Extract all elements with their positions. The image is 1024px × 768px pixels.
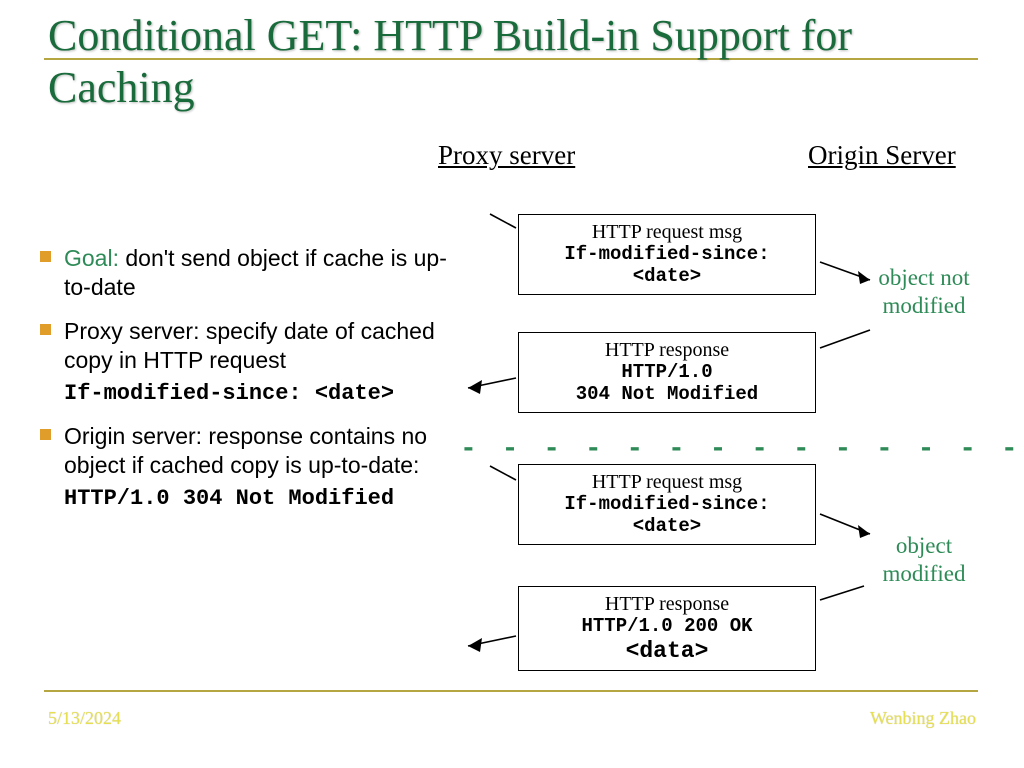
box-line1: HTTP/1.0 200 OK [527, 616, 807, 638]
box-line2: <date> [527, 516, 807, 538]
box-title: HTTP request msg [527, 221, 807, 244]
box-response-200: HTTP response HTTP/1.0 200 OK <data> [518, 586, 816, 671]
box-title: HTTP response [527, 593, 807, 616]
box-request-2: HTTP request msg If-modified-since: <dat… [518, 464, 816, 545]
rule-bottom [44, 690, 978, 692]
bullet-goal: Goal: don't send object if cache is up-t… [36, 244, 456, 303]
bullet-proxy-text: Proxy server: specify date of cached cop… [64, 318, 435, 373]
box-request-1: HTTP request msg If-modified-since: <dat… [518, 214, 816, 295]
box-line1: HTTP/1.0 [527, 362, 807, 384]
goal-label: Goal: [64, 245, 119, 271]
box-line2: <data> [527, 638, 807, 664]
slide: Conditional GET: HTTP Build-in Support f… [0, 0, 1024, 768]
origin-label: Origin Server [808, 140, 956, 171]
footer-date: 5/13/2024 [48, 708, 121, 729]
goal-text: don't send object if cache is up-to-date [64, 245, 447, 300]
proxy-label: Proxy server [438, 140, 575, 171]
box-title: HTTP response [527, 339, 807, 362]
box-line1: If-modified-since: [527, 494, 807, 516]
box-title: HTTP request msg [527, 471, 807, 494]
annot-not-modified: object not modified [874, 264, 974, 319]
slide-title: Conditional GET: HTTP Build-in Support f… [48, 10, 948, 114]
bullet-origin: Origin server: response contains no obje… [36, 422, 456, 513]
box-response-304: HTTP response HTTP/1.0 304 Not Modified [518, 332, 816, 413]
annot-modified: object modified [874, 532, 974, 587]
code-304: HTTP/1.0 304 Not Modified [64, 485, 456, 513]
bullet-proxy: Proxy server: specify date of cached cop… [36, 317, 456, 408]
bullet-origin-text: Origin server: response contains no obje… [64, 423, 427, 478]
box-line2: <date> [527, 266, 807, 288]
box-line1: If-modified-since: [527, 244, 807, 266]
bullet-list: Goal: don't send object if cache is up-t… [36, 244, 456, 527]
box-line2: 304 Not Modified [527, 384, 807, 406]
divider-dashes: - - - - - - - - - - - - - - - - - - - - [460, 434, 1024, 465]
code-if-modified: If-modified-since: <date> [64, 380, 456, 408]
footer-author: Wenbing Zhao [870, 708, 976, 729]
